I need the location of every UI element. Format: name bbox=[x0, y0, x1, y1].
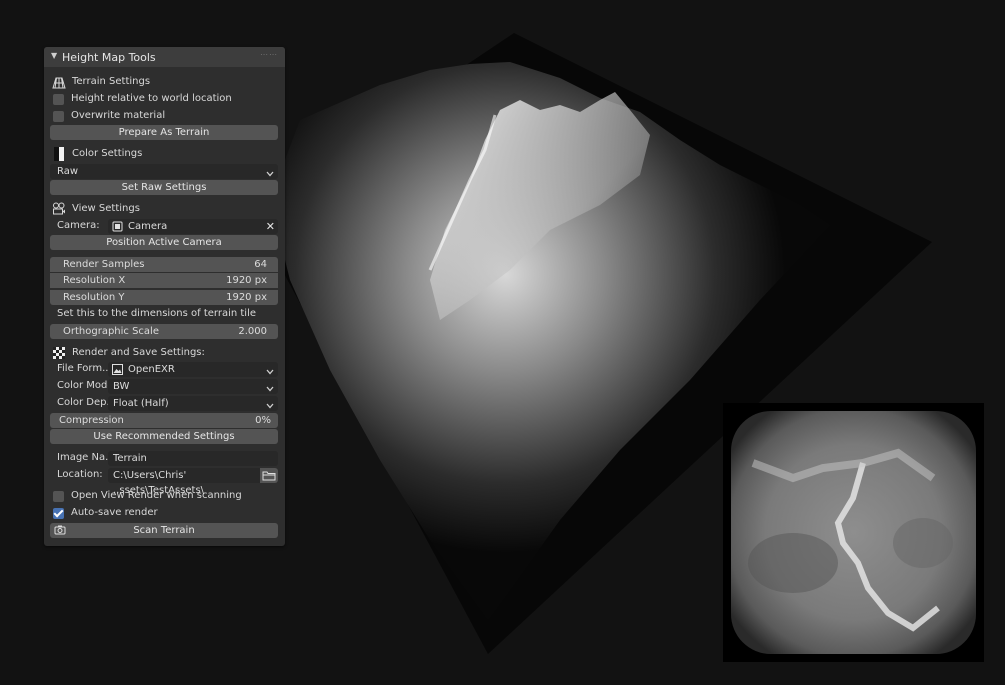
view-settings-heading: View Settings bbox=[72, 203, 140, 214]
color-mode-bw-dropdown[interactable]: BW bbox=[108, 379, 278, 394]
location-label: Location: bbox=[57, 469, 103, 480]
prepare-terrain-row: Prepare As Terrain bbox=[44, 124, 285, 141]
scan-terrain-button[interactable]: Scan Terrain bbox=[50, 523, 278, 538]
resolution-y-value: 1920 px bbox=[226, 292, 267, 303]
resolution-x-row: Resolution X 1920 px bbox=[44, 272, 285, 289]
camera-value: Camera bbox=[128, 221, 168, 232]
panel-title: Height Map Tools bbox=[62, 51, 156, 64]
color-mode-bw-row: Color Mode BW bbox=[44, 378, 285, 395]
file-format-row: File Form.. OpenEXR bbox=[44, 361, 285, 378]
orthographic-scale-value: 2.000 bbox=[238, 326, 267, 337]
open-view-render-checkbox[interactable] bbox=[53, 491, 64, 502]
height-relative-label: Height relative to world location bbox=[71, 93, 232, 104]
checker-icon bbox=[52, 346, 66, 360]
camera-icon bbox=[52, 202, 66, 216]
folder-icon[interactable] bbox=[260, 468, 278, 483]
tile-hint-row: Set this to the dimensions of terrain ti… bbox=[44, 306, 285, 323]
chevron-down-icon bbox=[266, 383, 274, 392]
collapse-triangle-icon[interactable]: ▼ bbox=[51, 51, 57, 60]
position-camera-row: Position Active Camera bbox=[44, 234, 285, 251]
resolution-y-label: Resolution Y bbox=[63, 292, 125, 303]
use-recommended-settings-button[interactable]: Use Recommended Settings bbox=[50, 429, 278, 444]
color-depth-value: Float (Half) bbox=[113, 398, 169, 409]
file-format-label: File Form.. bbox=[57, 363, 109, 374]
color-depth-dropdown[interactable]: Float (Half) bbox=[108, 396, 278, 411]
color-mode-dropdown[interactable]: Raw bbox=[50, 164, 278, 179]
color-mode-row: Raw bbox=[44, 163, 285, 180]
chevron-down-icon bbox=[266, 366, 274, 375]
color-depth-row: Color Dep.. Float (Half) bbox=[44, 395, 285, 412]
compression-row: Compression 0% bbox=[44, 412, 285, 429]
chevron-down-icon bbox=[266, 400, 274, 409]
image-name-row: Image Na.. Terrain bbox=[44, 450, 285, 467]
heightmap-preview bbox=[723, 403, 984, 662]
render-camera-icon bbox=[54, 524, 66, 541]
recommended-row: Use Recommended Settings bbox=[44, 428, 285, 445]
camera-selector[interactable]: Camera ✕ bbox=[108, 219, 278, 234]
open-view-render-label: Open View Render when scanning bbox=[71, 490, 242, 501]
overwrite-material-checkbox[interactable] bbox=[53, 111, 64, 122]
view-settings-heading-row: View Settings bbox=[44, 201, 285, 218]
color-swatch-icon bbox=[52, 147, 66, 161]
render-samples-row: Render Samples 64 bbox=[44, 256, 285, 273]
panel-header[interactable]: ▼ Height Map Tools ⋯⋯ bbox=[44, 47, 285, 67]
resolution-x-field[interactable]: Resolution X 1920 px bbox=[50, 273, 278, 288]
terrain-settings-heading-row: Terrain Settings bbox=[44, 74, 285, 91]
camera-object-icon bbox=[112, 221, 123, 232]
close-icon[interactable]: ✕ bbox=[266, 219, 275, 234]
camera-label: Camera: bbox=[57, 220, 100, 231]
compression-slider[interactable]: Compression 0% bbox=[50, 413, 278, 428]
overwrite-material-label: Overwrite material bbox=[71, 110, 166, 121]
resolution-x-label: Resolution X bbox=[63, 275, 126, 286]
orthographic-scale-field[interactable]: Orthographic Scale 2.000 bbox=[50, 324, 278, 339]
set-raw-row: Set Raw Settings bbox=[44, 179, 285, 196]
height-relative-row[interactable]: Height relative to world location bbox=[44, 91, 285, 108]
location-row: Location: C:\Users\Chris' ..ssets\TestAs… bbox=[44, 467, 285, 496]
scan-terrain-label: Scan Terrain bbox=[133, 525, 195, 536]
file-format-value: OpenEXR bbox=[128, 364, 175, 375]
color-settings-heading-row: Color Settings bbox=[44, 146, 285, 163]
color-depth-label: Color Dep.. bbox=[57, 397, 113, 408]
camera-row: Camera: Camera ✕ bbox=[44, 218, 285, 235]
compression-value: 0% bbox=[255, 415, 271, 426]
color-settings-heading: Color Settings bbox=[72, 148, 143, 159]
prepare-as-terrain-button[interactable]: Prepare As Terrain bbox=[50, 125, 278, 140]
auto-save-render-checkbox[interactable] bbox=[53, 508, 64, 519]
render-samples-label: Render Samples bbox=[63, 259, 145, 270]
render-samples-field[interactable]: Render Samples 64 bbox=[50, 257, 278, 272]
location-input[interactable]: C:\Users\Chris' ..ssets\TestAssets\ bbox=[108, 468, 278, 496]
scan-terrain-row: Scan Terrain bbox=[44, 522, 285, 539]
drag-grip-icon[interactable]: ⋯⋯ bbox=[260, 50, 278, 59]
resolution-y-field[interactable]: Resolution Y 1920 px bbox=[50, 290, 278, 305]
height-relative-checkbox[interactable] bbox=[53, 94, 64, 105]
chevron-down-icon bbox=[266, 168, 274, 177]
render-samples-value: 64 bbox=[254, 259, 267, 270]
compression-label: Compression bbox=[59, 415, 124, 426]
tile-dimensions-hint: Set this to the dimensions of terrain ti… bbox=[57, 308, 257, 319]
color-mode-bw-value: BW bbox=[113, 381, 130, 392]
image-name-input[interactable]: Terrain bbox=[108, 451, 278, 466]
overwrite-material-row[interactable]: Overwrite material bbox=[44, 108, 285, 125]
set-raw-settings-button[interactable]: Set Raw Settings bbox=[50, 180, 278, 195]
position-active-camera-button[interactable]: Position Active Camera bbox=[50, 235, 278, 250]
ortho-scale-row: Orthographic Scale 2.000 bbox=[44, 323, 285, 340]
auto-save-row[interactable]: Auto-save render bbox=[44, 505, 285, 522]
image-name-label: Image Na.. bbox=[57, 452, 112, 463]
orthographic-scale-label: Orthographic Scale bbox=[63, 326, 159, 337]
color-mode-value: Raw bbox=[57, 166, 79, 177]
height-map-tools-panel: ▼ Height Map Tools ⋯⋯ Terrain Settings H… bbox=[44, 47, 285, 546]
terrain-settings-heading: Terrain Settings bbox=[72, 76, 151, 87]
render-save-heading-row: Render and Save Settings: bbox=[44, 345, 285, 362]
image-icon bbox=[112, 364, 123, 375]
resolution-y-row: Resolution Y 1920 px bbox=[44, 289, 285, 306]
file-format-dropdown[interactable]: OpenEXR bbox=[108, 362, 278, 377]
resolution-x-value: 1920 px bbox=[226, 275, 267, 286]
render-save-heading: Render and Save Settings: bbox=[72, 347, 205, 358]
open-view-row[interactable]: Open View Render when scanning bbox=[44, 488, 285, 505]
image-name-value: Terrain bbox=[113, 453, 147, 464]
grid-icon bbox=[52, 75, 66, 89]
color-mode-label: Color Mode bbox=[57, 380, 114, 391]
auto-save-render-label: Auto-save render bbox=[71, 507, 158, 518]
